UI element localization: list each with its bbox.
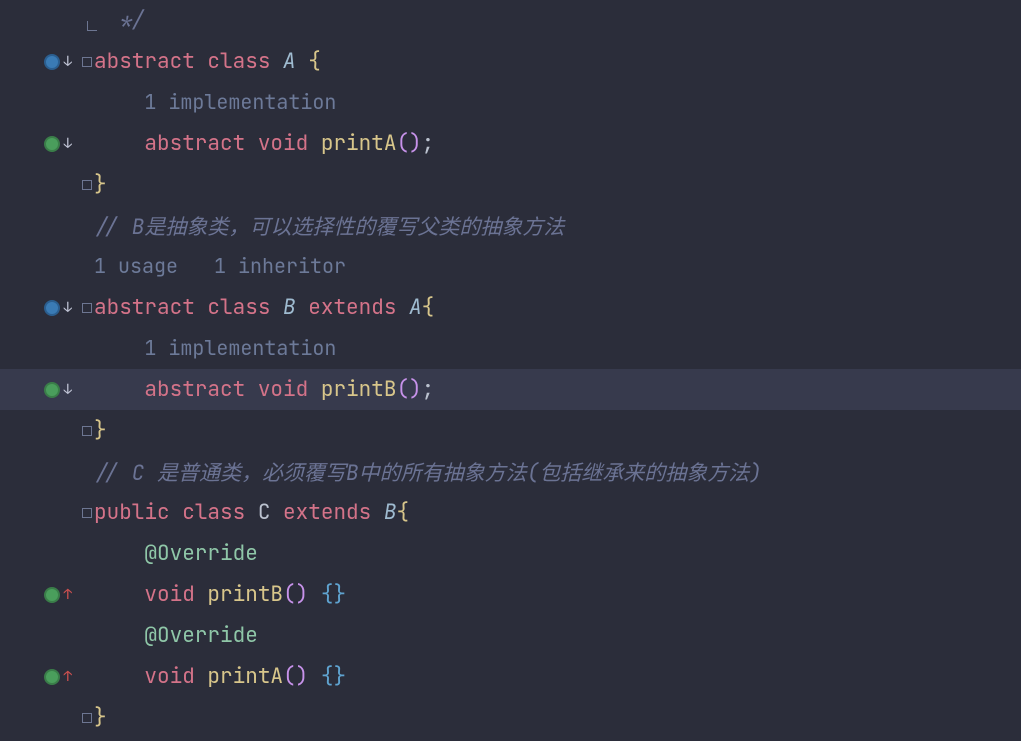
method-name: printB	[321, 376, 397, 403]
code-line[interactable]: // B是抽象类，可以选择性的覆写父类的抽象方法	[0, 205, 1021, 246]
parentheses: ()	[396, 376, 421, 403]
method-body: {}	[321, 663, 346, 690]
brace-open: {	[308, 48, 321, 75]
parentheses: ()	[283, 663, 308, 690]
parentheses: ()	[396, 130, 421, 157]
code-line[interactable]: ↓ abstract void printA();	[0, 123, 1021, 164]
keyword-void: void	[258, 130, 308, 157]
keyword-public: public	[94, 499, 170, 526]
fold-region[interactable]	[80, 713, 94, 723]
code-line[interactable]: 1 implementation	[0, 82, 1021, 123]
keyword-void: void	[144, 663, 194, 690]
inlay-usage[interactable]: 1 usage	[94, 253, 178, 279]
arrow-down-icon[interactable]: ↓	[64, 53, 72, 71]
gutter: ↓	[0, 135, 80, 153]
keyword-abstract: abstract	[144, 130, 245, 157]
code-line[interactable]: ↓ abstract class A {	[0, 41, 1021, 82]
gutter: ↑	[0, 668, 80, 686]
code-line[interactable]: ↑ void printB() {}	[0, 574, 1021, 615]
implementation-icon[interactable]	[44, 136, 60, 152]
brace-close: }	[94, 417, 107, 444]
code-line[interactable]: 1 implementation	[0, 328, 1021, 369]
implementation-icon[interactable]	[44, 382, 60, 398]
gutter: ↑	[0, 586, 80, 604]
class-name-b: B	[283, 294, 296, 321]
class-icon[interactable]	[44, 300, 60, 316]
keyword-void: void	[144, 581, 194, 608]
code-line[interactable]: public class C extends B{	[0, 492, 1021, 533]
inlay-inheritor[interactable]: 1 inheritor	[214, 253, 346, 279]
method-body: {}	[321, 581, 346, 608]
arrow-down-icon[interactable]: ↓	[64, 135, 72, 153]
gutter: ↓	[0, 53, 80, 71]
gutter: ↓	[0, 381, 80, 399]
parentheses: ()	[283, 581, 308, 608]
keyword-abstract: abstract	[144, 376, 245, 403]
brace-close: }	[94, 704, 107, 731]
inlay-implementation[interactable]: 1 implementation	[144, 335, 336, 361]
keyword-extends: extends	[283, 499, 371, 526]
keyword-class: class	[207, 48, 270, 75]
brace-close: }	[94, 171, 107, 198]
semicolon: ;	[422, 130, 435, 157]
brace-open: {	[396, 499, 409, 526]
code-line[interactable]: }	[0, 697, 1021, 738]
keyword-abstract: abstract	[94, 294, 195, 321]
override-icon[interactable]	[44, 587, 60, 603]
arrow-up-icon[interactable]: ↑	[64, 586, 72, 604]
code-line[interactable]: }	[0, 164, 1021, 205]
brace-open: {	[422, 294, 435, 321]
gutter: ↓	[0, 299, 80, 317]
annotation-override: @Override	[144, 622, 257, 649]
keyword-abstract: abstract	[94, 48, 195, 75]
class-icon[interactable]	[44, 54, 60, 70]
class-name-a: A	[283, 48, 296, 75]
code-line[interactable]: @Override	[0, 615, 1021, 656]
arrow-down-icon[interactable]: ↓	[64, 299, 72, 317]
code-line[interactable]: 1 usage 1 inheritor	[0, 246, 1021, 287]
arrow-up-icon[interactable]: ↑	[64, 668, 72, 686]
method-name: printA	[207, 663, 283, 690]
class-name-b-ref: B	[384, 499, 397, 526]
override-icon[interactable]	[44, 669, 60, 685]
class-name-a-ref: A	[409, 294, 422, 321]
comment-close	[94, 7, 119, 34]
semicolon: ;	[422, 376, 435, 403]
fold-region[interactable]	[80, 57, 94, 67]
code-editor[interactable]: */ ↓ abstract class A { 1 implementation…	[0, 0, 1021, 738]
keyword-class: class	[182, 499, 245, 526]
method-name: printB	[207, 581, 283, 608]
code-line[interactable]: @Override	[0, 533, 1021, 574]
comment-text: */	[119, 7, 144, 34]
code-line-current[interactable]: ↓ abstract void printB();	[0, 369, 1021, 410]
code-line[interactable]: // C 是普通类，必须覆写B中的所有抽象方法(包括继承来的抽象方法)	[0, 451, 1021, 492]
keyword-void: void	[258, 376, 308, 403]
fold-region[interactable]	[80, 180, 94, 190]
arrow-down-icon[interactable]: ↓	[64, 381, 72, 399]
code-line[interactable]: ↑ void printA() {}	[0, 656, 1021, 697]
fold-region[interactable]	[80, 508, 94, 518]
comment-text: // C 是普通类，必须覆写B中的所有抽象方法(包括继承来的抽象方法)	[94, 460, 762, 487]
keyword-extends: extends	[308, 294, 396, 321]
comment-text: // B是抽象类，可以选择性的覆写父类的抽象方法	[94, 214, 564, 241]
fold-region[interactable]	[80, 426, 94, 436]
method-name: printA	[321, 130, 397, 157]
class-name-c: C	[258, 499, 271, 526]
inlay-implementation[interactable]: 1 implementation	[144, 89, 336, 115]
code-line[interactable]: */	[0, 0, 1021, 41]
annotation-override: @Override	[144, 540, 257, 567]
keyword-class: class	[207, 294, 270, 321]
code-line[interactable]: ↓ abstract class B extends A{	[0, 287, 1021, 328]
fold-region[interactable]	[80, 303, 94, 313]
code-line[interactable]: }	[0, 410, 1021, 451]
